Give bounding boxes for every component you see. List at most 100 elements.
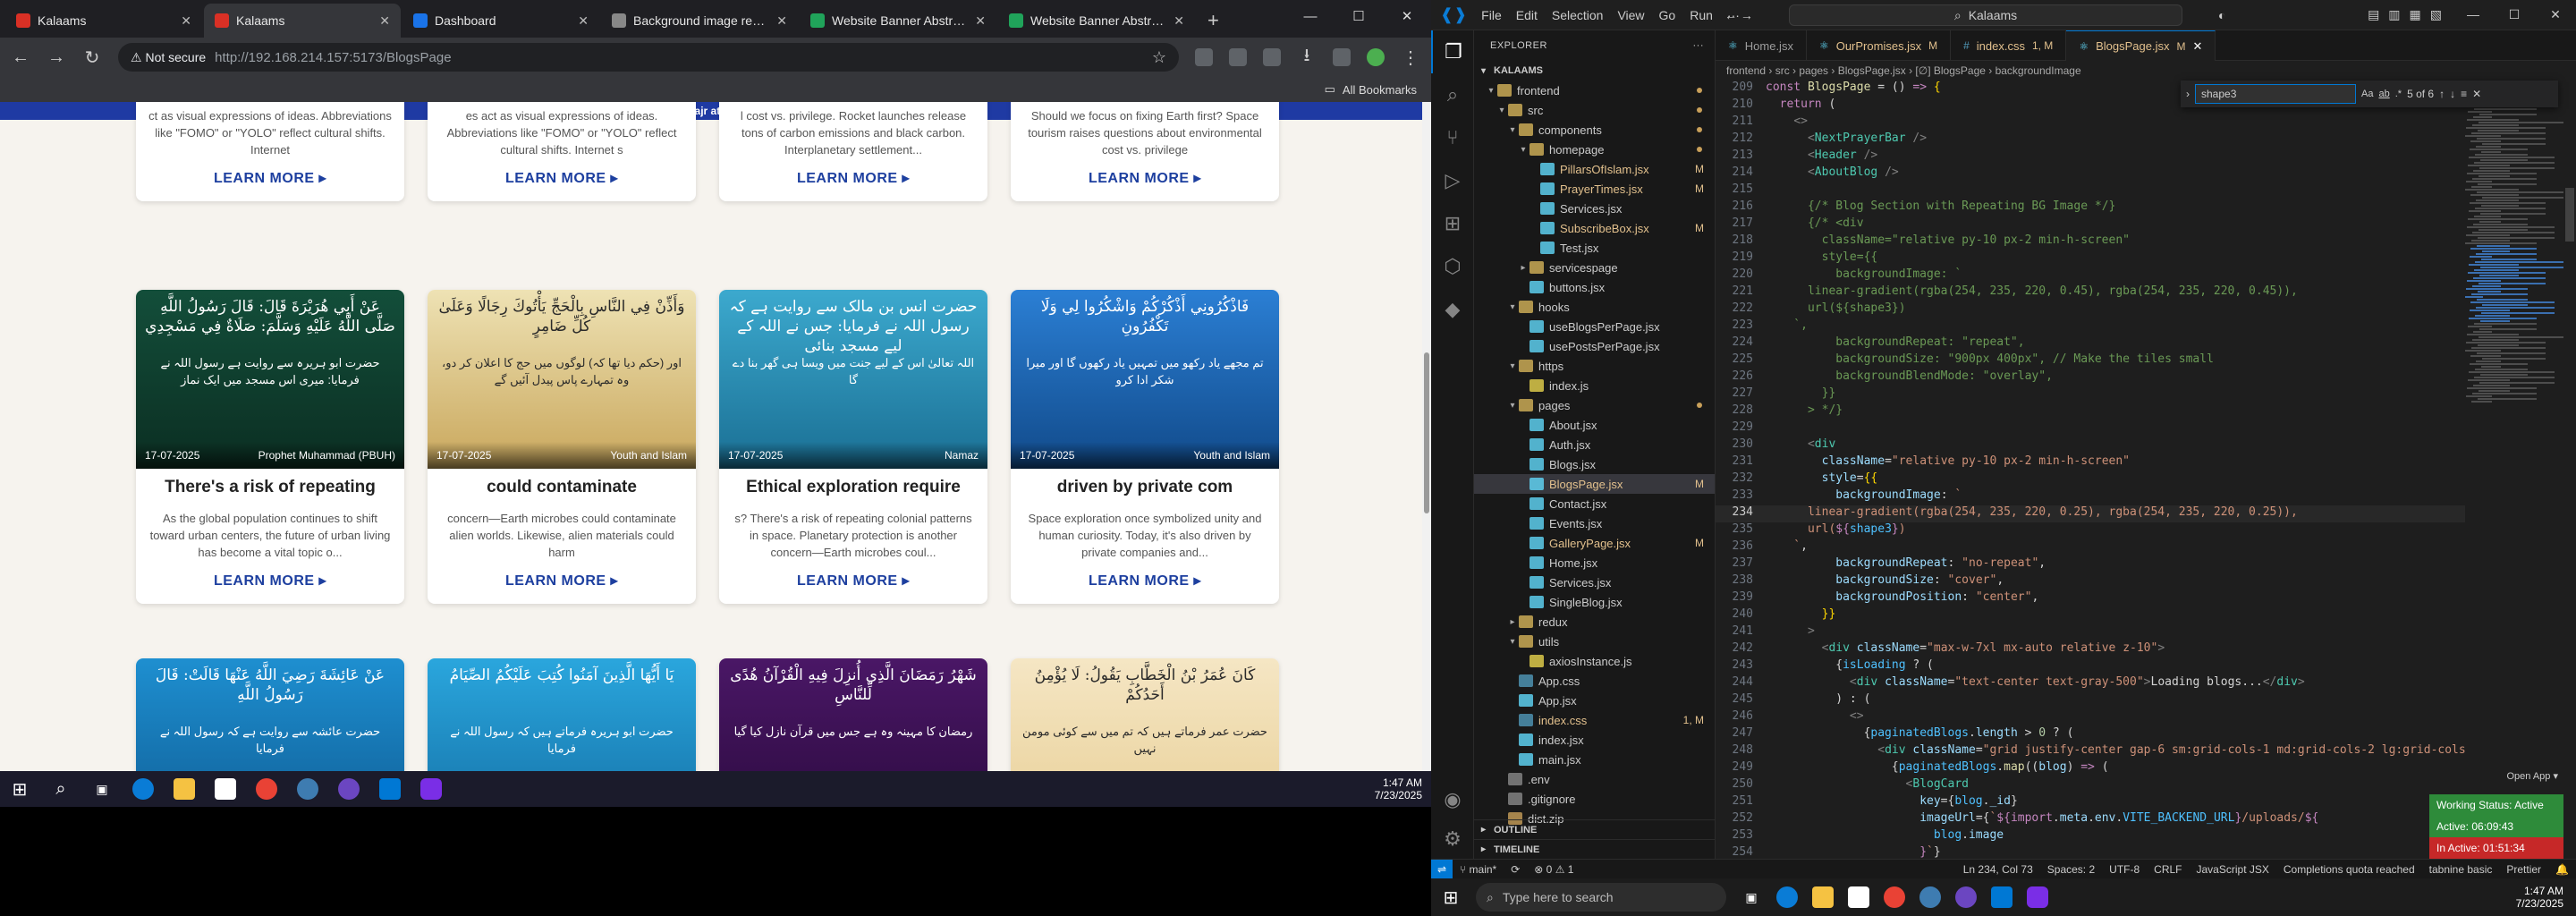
maximize-button[interactable]: ☐	[1335, 0, 1383, 32]
card-image[interactable]: عَنْ أَبِي هُرَيْرَةَ قَالَ: قَالَ رَسُو…	[136, 290, 404, 469]
browser-tab[interactable]: Kalaams ✕	[204, 4, 401, 38]
file-item[interactable]: .gitignore	[1474, 789, 1715, 809]
avatar[interactable]	[1367, 48, 1385, 66]
close-button[interactable]: ✕	[1383, 0, 1431, 32]
learn-more-link[interactable]: LEARN MORE ▸	[732, 169, 975, 187]
close-tab-icon[interactable]: ✕	[776, 13, 787, 29]
folder-item[interactable]: ▸ servicespage	[1474, 258, 1715, 277]
minimap[interactable]	[2465, 81, 2563, 859]
file-item[interactable]: index.css 1, M	[1474, 710, 1715, 730]
mongodb-icon[interactable]: ◆	[1431, 288, 1474, 331]
file-item[interactable]: Services.jsx	[1474, 572, 1715, 592]
file-item[interactable]: useBlogsPerPage.jsx	[1474, 317, 1715, 336]
file-item[interactable]: buttons.jsx	[1474, 277, 1715, 297]
card-image[interactable]: كَانَ عُمَرُ بْنُ الْخَطَّابِ يَقُولُ: ل…	[1011, 658, 1279, 771]
zoom-icon[interactable]	[2027, 886, 2048, 908]
find-in-selection-icon[interactable]: ≡	[2461, 88, 2467, 100]
learn-more-link[interactable]: LEARN MORE ▸	[148, 169, 392, 187]
encoding[interactable]: UTF-8	[2102, 863, 2147, 876]
learn-more-link[interactable]: LEARN MORE ▸	[1023, 572, 1267, 589]
copilot-icon[interactable]: ◐	[2218, 8, 2225, 22]
file-item[interactable]: usePostsPerPage.jsx	[1474, 336, 1715, 356]
wakatime-status[interactable]: Working Status: Active	[2429, 794, 2563, 816]
browser-tab[interactable]: Background image repeat ✕	[601, 4, 798, 38]
layout-icon[interactable]: ▤	[2368, 7, 2379, 22]
problems-status[interactable]: ⊗ 0 ⚠ 1	[1527, 863, 1580, 876]
browser-tab[interactable]: Dashboard ✕	[402, 4, 599, 38]
file-item[interactable]: Services.jsx	[1474, 199, 1715, 218]
sidepanel-icon[interactable]	[1333, 48, 1351, 66]
file-item[interactable]: .env	[1474, 769, 1715, 789]
security-indicator[interactable]: ⚠ Not secure	[131, 50, 206, 65]
whole-word-icon[interactable]: ab	[2378, 89, 2389, 99]
extension-icon[interactable]	[1195, 48, 1213, 66]
card-image[interactable]: يَا أَيُّهَا الَّذِينَ آمَنُوا كُتِبَ عَ…	[428, 658, 696, 771]
file-item[interactable]: Auth.jsx	[1474, 435, 1715, 454]
nav-arrows[interactable]: ← →	[1724, 8, 1753, 22]
folder-item[interactable]: ▸ redux	[1474, 612, 1715, 632]
chevron-right-icon[interactable]: ›	[2186, 88, 2190, 100]
minimize-button[interactable]: —	[1286, 0, 1335, 32]
code-editor[interactable]: 209 const BlogsPage = () => {210 return (…	[1716, 81, 2503, 859]
close-tab-icon[interactable]: ✕	[975, 13, 986, 29]
card-image[interactable]: فَاذْكُرُونِي أَذْكُرْكُمْ وَاشْكُرُوا ل…	[1011, 290, 1279, 469]
search-icon[interactable]: ⌕	[50, 778, 72, 800]
language-mode[interactable]: JavaScript JSX	[2190, 863, 2276, 876]
app-icon[interactable]	[1919, 886, 1941, 908]
learn-more-link[interactable]: LEARN MORE ▸	[440, 572, 683, 589]
vscode-icon[interactable]	[1991, 886, 2012, 908]
learn-more-link[interactable]: LEARN MORE ▸	[1023, 169, 1267, 187]
minimize-button[interactable]: —	[2453, 7, 2494, 22]
reload-icon[interactable]: ↻	[82, 47, 102, 69]
breadcrumb[interactable]: frontend › src › pages › BlogsPage.jsx ›…	[1716, 61, 2576, 81]
file-item[interactable]: GalleryPage.jsx M	[1474, 533, 1715, 553]
menu-item[interactable]: Run	[1690, 8, 1713, 22]
file-item[interactable]: Test.jsx	[1474, 238, 1715, 258]
menu-kebab-icon[interactable]: ⋮	[1401, 47, 1420, 69]
menu-item[interactable]: Selection	[1552, 8, 1604, 22]
folder-item[interactable]: ▾ https	[1474, 356, 1715, 376]
wakatime-status[interactable]: Active: 06:09:43	[2429, 816, 2563, 837]
close-icon[interactable]: ✕	[2472, 88, 2481, 100]
file-item[interactable]: Home.jsx	[1474, 553, 1715, 572]
card-image[interactable]: حضرت انس بن مالک سے روایت ہے کہ رسول الل…	[719, 290, 987, 469]
menu-item[interactable]: View	[1617, 8, 1644, 22]
card-image[interactable]: عَنْ عَائِشَةَ رَضِيَ اللَّهُ عَنْهَا قَ…	[136, 658, 404, 771]
folder-item[interactable]: ▾ homepage	[1474, 140, 1715, 159]
settings-gear-icon[interactable]: ⚙	[1431, 818, 1474, 861]
file-explorer-icon[interactable]	[174, 778, 195, 800]
sidebar-toggle-icon[interactable]: ▥	[2388, 7, 2400, 22]
file-item[interactable]: PrayerTimes.jsx M	[1474, 179, 1715, 199]
regex-icon[interactable]: .*	[2395, 89, 2402, 99]
new-tab-button[interactable]: +	[1197, 4, 1230, 38]
sync-icon[interactable]: ⟳	[1504, 863, 1527, 876]
folder-item[interactable]: ▾ src	[1474, 100, 1715, 120]
extension-icon[interactable]	[1229, 48, 1247, 66]
download-icon[interactable]: ⭳	[1297, 42, 1317, 72]
browser-tab[interactable]: Website Banner Abstract Pu ✕	[998, 4, 1195, 38]
file-item[interactable]: Blogs.jsx	[1474, 454, 1715, 474]
account-icon[interactable]: ◉	[1431, 778, 1474, 821]
editor-tab[interactable]: ⚛ OurPromises.jsx M	[1807, 30, 1952, 61]
card-image[interactable]: شَهْرُ رَمَضَانَ الَّذِي أُنزِلَ فِيهِ ا…	[719, 658, 987, 771]
edge-icon[interactable]	[1776, 886, 1798, 908]
file-item[interactable]: Events.jsx	[1474, 513, 1715, 533]
secondary-sidebar-icon[interactable]: ▧	[2430, 7, 2442, 22]
file-item[interactable]: App.jsx	[1474, 691, 1715, 710]
previous-match-icon[interactable]: ↑	[2439, 88, 2445, 100]
explorer-icon[interactable]: ❐	[1431, 30, 1474, 73]
close-icon[interactable]: ✕	[2192, 39, 2202, 54]
chrome-icon[interactable]	[256, 778, 277, 800]
tabnine-status[interactable]: tabnine basic	[2422, 863, 2500, 876]
editor-tab[interactable]: ⚛ BlogsPage.jsx M ✕	[2066, 30, 2216, 61]
close-tab-icon[interactable]: ✕	[379, 13, 390, 29]
scrollbar-thumb[interactable]	[1424, 352, 1429, 513]
file-item[interactable]: App.css	[1474, 671, 1715, 691]
scrollbar-thumb[interactable]	[2565, 188, 2574, 242]
end-of-line[interactable]: CRLF	[2147, 863, 2189, 876]
editor-tab[interactable]: # index.css 1, M	[1951, 30, 2067, 61]
close-tab-icon[interactable]: ✕	[1174, 13, 1184, 29]
file-item[interactable]: SingleBlog.jsx	[1474, 592, 1715, 612]
all-bookmarks-link[interactable]: All Bookmarks	[1343, 83, 1417, 97]
more-actions-icon[interactable]: ···	[1693, 40, 1705, 51]
